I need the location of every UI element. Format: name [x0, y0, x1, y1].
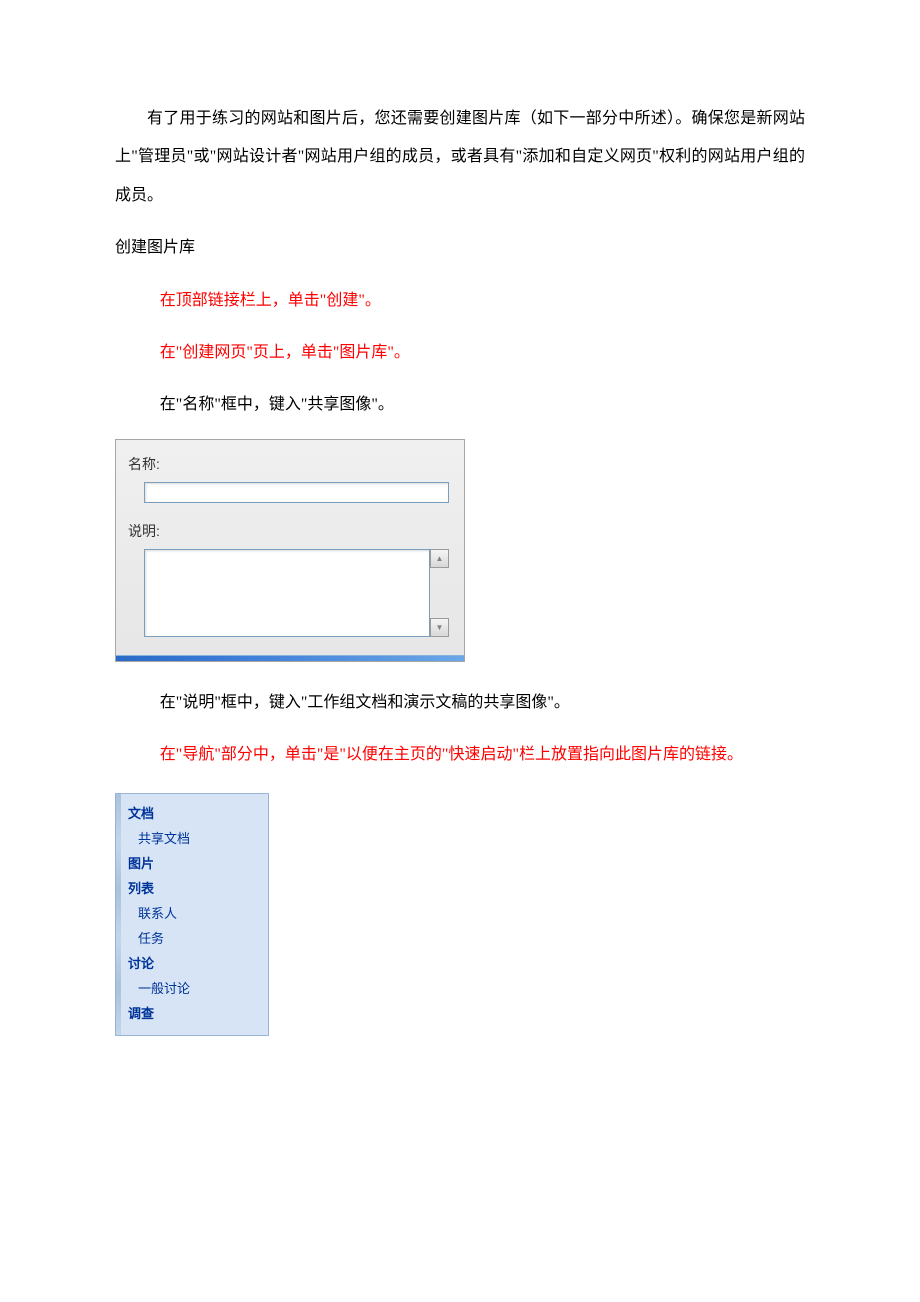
- name-input[interactable]: [144, 482, 449, 503]
- nav-item-general-discussion[interactable]: 一般讨论: [116, 975, 268, 1000]
- nav-category-pictures[interactable]: 图片: [116, 850, 268, 875]
- nav-category-lists[interactable]: 列表: [116, 875, 268, 900]
- scroll-up-button[interactable]: ▲: [430, 549, 449, 568]
- step-2: 在"创建网页"页上，单击"图片库"。: [115, 334, 805, 372]
- nav-item-tasks[interactable]: 任务: [116, 925, 268, 950]
- scrollbar: ▲ ▼: [430, 549, 449, 637]
- intro-paragraph: 有了用于练习的网站和图片后，您还需要创建图片库（如下一部分中所述）。确保您是新网…: [115, 100, 805, 215]
- quick-launch-nav: 文档 共享文档 图片 列表 联系人 任务 讨论 一般讨论 调查: [115, 793, 269, 1036]
- scroll-down-button[interactable]: ▼: [430, 618, 449, 637]
- section-heading: 创建图片库: [115, 229, 805, 267]
- form-panel: 名称: 说明: ▲ ▼: [115, 439, 465, 662]
- form-footer-bar: [116, 655, 464, 661]
- description-textarea[interactable]: [144, 549, 430, 637]
- step-4: 在"说明"框中，键入"工作组文档和演示文稿的共享图像"。: [115, 684, 805, 722]
- name-label: 名称:: [128, 454, 452, 474]
- nav-item-contacts[interactable]: 联系人: [116, 900, 268, 925]
- step-5: 在"导航"部分中，单击"是"以便在主页的"快速启动"栏上放置指向此图片库的链接。: [115, 736, 805, 774]
- nav-category-discussion[interactable]: 讨论: [116, 950, 268, 975]
- step-3: 在"名称"框中，键入"共享图像"。: [115, 386, 805, 424]
- nav-category-survey[interactable]: 调查: [116, 1000, 268, 1025]
- step-1: 在顶部链接栏上，单击"创建"。: [115, 282, 805, 320]
- nav-item-shared-docs[interactable]: 共享文档: [116, 825, 268, 850]
- description-label: 说明:: [128, 521, 452, 541]
- nav-category-documents[interactable]: 文档: [116, 800, 268, 825]
